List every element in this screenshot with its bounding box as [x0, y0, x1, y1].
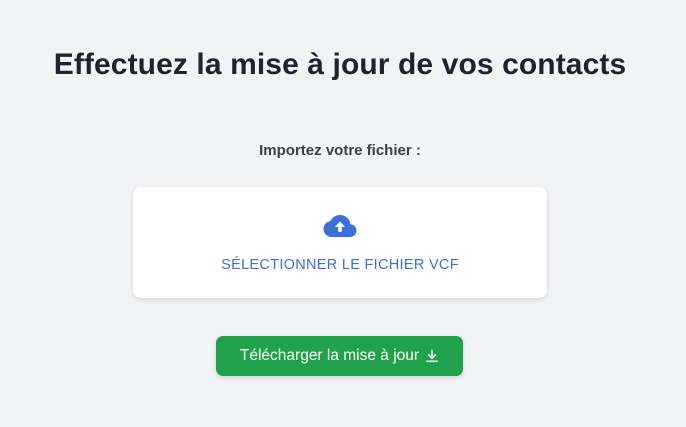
download-update-label: Télécharger la mise à jour: [239, 347, 420, 364]
cloud-upload-icon: [323, 215, 357, 237]
vcf-file-dropzone[interactable]: SÉLECTIONNER LE FICHIER VCF: [133, 187, 547, 298]
import-file-label: Importez votre fichier :: [259, 142, 421, 159]
download-icon: [426, 349, 439, 363]
select-vcf-file-label: SÉLECTIONNER LE FICHIER VCF: [221, 257, 459, 273]
page-title: Effectuez la mise à jour de vos contacts: [53, 48, 627, 81]
download-update-button[interactable]: Télécharger la mise à jour: [216, 336, 463, 376]
page-container: Effectuez la mise à jour de vos contacts…: [0, 0, 686, 427]
